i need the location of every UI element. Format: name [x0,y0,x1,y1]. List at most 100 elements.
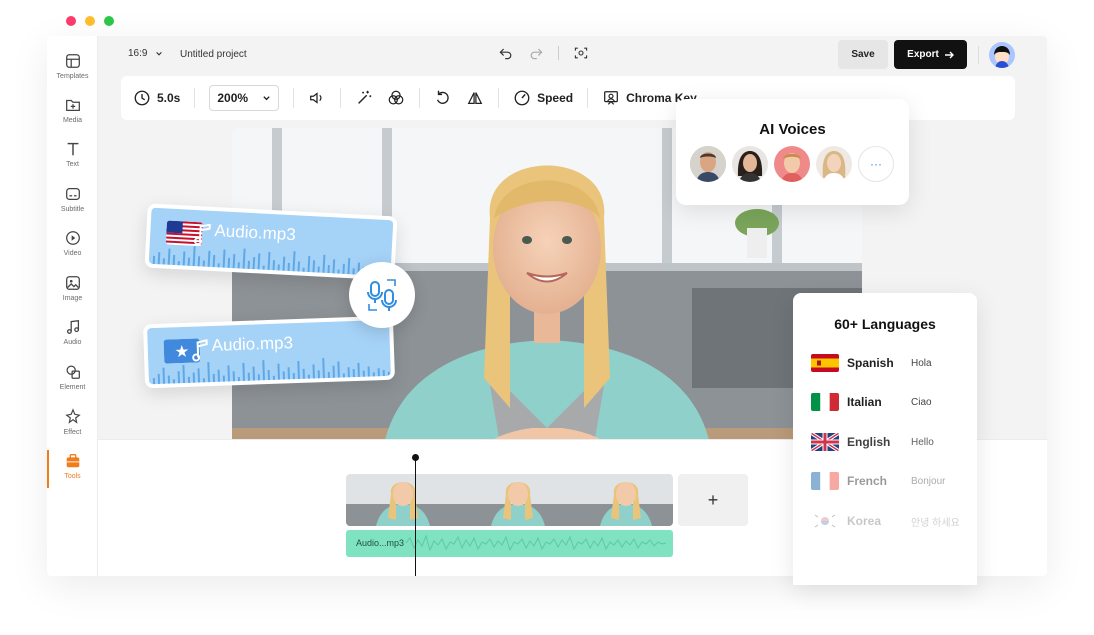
sidebar-item-subtitle[interactable]: Subtitle [47,181,98,225]
language-greeting: Hello [911,436,934,448]
sidebar-item-audio[interactable]: Audio [47,314,98,358]
language-greeting: 안녕 하세요 [911,517,960,529]
window-maximize-dot[interactable] [104,16,114,26]
zoom-dropdown[interactable]: 200% [209,85,280,111]
toolbar-divider [419,88,421,108]
uk-flag [811,433,839,451]
language-row-italian[interactable]: Italian Ciao [811,392,932,412]
video-thumbnail [461,474,576,526]
video-thumbnail [576,474,673,526]
sidebar-item-video[interactable]: Video [47,225,98,269]
speedometer-icon [514,90,530,106]
languages-card: 60+ Languages Spanish Hola Italian Ciao … [793,293,977,585]
speed-label: Speed [537,91,574,105]
arrow-right-icon [944,51,954,58]
speed-button[interactable]: Speed [513,89,573,107]
music-note-icon [193,223,211,246]
add-clip-label: + [707,489,719,510]
aspect-ratio-value: 16:9 [128,48,148,59]
project-title[interactable]: Untitled project [180,49,247,60]
uk-flag-icon [811,433,839,451]
audio-icon [66,319,79,334]
history-controls [498,45,589,61]
sidebar-item-label: Templates [56,73,89,80]
audio-track[interactable]: Audio...mp3 [346,530,673,557]
sidebar-item-text[interactable]: Text [47,136,98,180]
spain-flag [811,354,839,372]
zoom-value: 200% [217,91,249,105]
sidebar-item-templates[interactable]: Templates [47,48,98,92]
flip-icon [467,92,483,105]
duration-value: 5.0s [157,91,181,105]
sidebar-item-label: Effect [63,429,82,436]
toolbar-divider [194,88,196,108]
sidebar-item-image[interactable]: Image [47,270,98,314]
sidebar-item-label: Audio [63,339,82,346]
sidebar: Templates Media Text Subtitle Video Imag… [47,36,98,576]
voice-translate-button[interactable] [349,262,415,328]
save-button[interactable]: Save [838,40,888,69]
voice-avatar-image [732,146,768,182]
voice-translate-icon [367,279,397,311]
ai-voices-card: AI Voices ··· [676,99,909,205]
subtitle-icon [65,187,80,201]
playhead-handle[interactable] [412,454,419,461]
filters-button[interactable] [387,89,405,107]
sidebar-item-tools[interactable]: Tools [47,448,98,492]
audio-card-somalia[interactable]: Audio.mp3 [142,315,396,389]
redo-icon[interactable] [528,45,544,61]
export-label: Export [907,49,939,60]
volume-button[interactable] [308,89,326,107]
sidebar-item-label: Element [59,384,86,391]
france-flag-icon [811,472,839,490]
preview-icon[interactable] [573,45,589,61]
voice-avatar-4[interactable] [816,146,852,182]
music-note-icon [192,339,208,362]
undo-icon[interactable] [498,45,514,61]
magic-wand-icon [358,90,372,104]
language-greeting: Bonjour [911,475,946,487]
aspect-ratio-dropdown[interactable]: 16:9 [128,48,163,59]
language-name: English [847,435,891,449]
italy-flag-icon [811,393,839,411]
header-divider [978,46,979,64]
language-row-french[interactable]: French Bonjour [811,471,945,491]
toolbar-divider [293,88,295,108]
window-close-dot[interactable] [66,16,76,26]
toolbar-divider [587,88,589,108]
language-row-english[interactable]: English Hello [811,432,934,452]
top-bar: 16:9 Untitled project Save Export [98,36,1047,76]
audio-file-name: Audio.mp3 [211,333,294,355]
sidebar-item-element[interactable]: Element [47,359,98,403]
export-button[interactable]: Export [894,40,967,69]
text-icon [67,142,78,156]
audio-track-label: Audio...mp3 [356,538,405,548]
add-clip-button[interactable]: + [678,474,748,526]
language-name: French [847,474,888,488]
media-icon [65,99,80,112]
window-minimize-dot[interactable] [85,16,95,26]
rotate-button[interactable] [434,89,452,107]
sidebar-item-label: Subtitle [60,206,85,213]
sidebar-item-effect[interactable]: Effect [47,404,98,448]
voice-avatar-3[interactable] [774,146,810,182]
voice-avatar-2[interactable] [732,146,768,182]
magic-wand-button[interactable] [355,89,373,107]
user-avatar[interactable] [989,42,1015,68]
voice-avatar-1[interactable] [690,146,726,182]
avatar-icon [994,46,1010,68]
france-flag [811,472,839,490]
audio-file-name: Audio.mp3 [214,221,297,245]
flip-button[interactable] [466,89,484,107]
more-voices-button[interactable]: ··· [858,146,894,182]
language-row-spanish[interactable]: Spanish Hola [811,353,932,373]
language-row-korea[interactable]: Korea 안녕 하세요 [811,511,960,531]
sidebar-item-media[interactable]: Media [47,92,98,136]
korea-flag [811,512,839,530]
video-thumbnail [346,474,461,526]
duration-control[interactable]: 5.0s [133,89,180,107]
history-divider [558,46,559,60]
sidebar-item-label: Text [66,161,79,168]
playhead[interactable] [412,454,419,576]
video-clip-track[interactable] [346,474,673,526]
